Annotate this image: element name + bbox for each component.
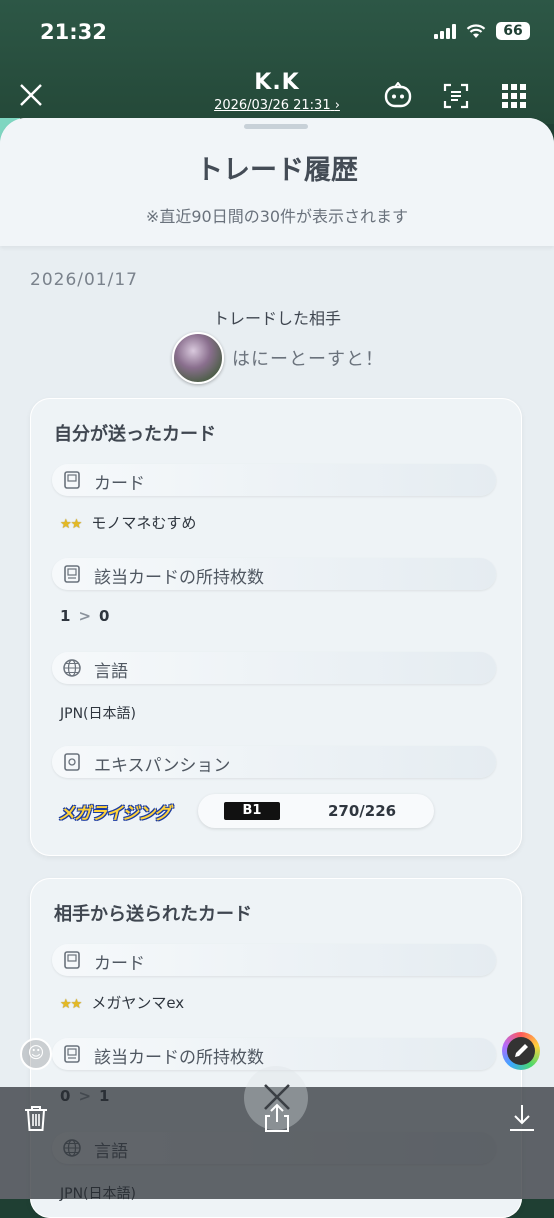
- signal-icon: [434, 23, 456, 39]
- pen-icon: [507, 1037, 535, 1065]
- globe-icon: [63, 659, 81, 677]
- page-note: ※直近90日間の30件が表示されます: [145, 207, 409, 226]
- trash-icon[interactable]: [20, 1102, 52, 1134]
- trade-date: 2026/01/17: [30, 270, 138, 290]
- partner-name: はにーとーすと！: [232, 349, 384, 370]
- sent-card-section: 自分が送ったカード カード ★★ モノマネむすめ 該当カードの所持枚数 1 >0 言…: [30, 398, 522, 856]
- language-field-header: 言語: [52, 652, 496, 684]
- language-value: JPN(日本語): [60, 706, 136, 722]
- arrow-right-icon: >: [78, 607, 92, 625]
- chevron-right-icon: ›: [334, 98, 340, 113]
- card-count-icon: [64, 565, 80, 583]
- expansion-pack-icon: [64, 753, 80, 771]
- rarity-stars-icon: ★★: [60, 517, 82, 532]
- set-number: 270/226: [328, 802, 397, 820]
- status-time: 21:32: [40, 20, 107, 44]
- drag-handle[interactable]: [244, 124, 308, 129]
- field-label: カード: [94, 954, 145, 974]
- field-label: 該当カードの所持枚数: [94, 568, 264, 588]
- header-timestamp-text: 2026/03/26 21:31: [214, 98, 331, 113]
- count-value: 1 >0: [60, 607, 109, 625]
- grid-menu-icon[interactable]: [500, 82, 528, 110]
- header-actions: [384, 82, 528, 110]
- pen-button[interactable]: [502, 1032, 540, 1070]
- share-icon[interactable]: [261, 1102, 293, 1134]
- card-field-header: カード: [52, 944, 496, 976]
- partner-label: トレードした相手: [212, 309, 341, 328]
- count-from: 1: [60, 607, 71, 625]
- set-code: B1: [224, 802, 280, 820]
- count-field-header: 該当カードの所持枚数: [52, 558, 496, 590]
- battery-icon: 66: [496, 22, 530, 40]
- download-icon[interactable]: [506, 1102, 538, 1134]
- expansion-field-header: エキスパンション: [52, 746, 496, 778]
- page-title: トレード履歴: [196, 155, 358, 186]
- scan-text-icon[interactable]: [442, 82, 470, 110]
- wifi-icon: [466, 24, 486, 38]
- partner-avatar: [172, 332, 224, 384]
- card-icon: [64, 471, 80, 489]
- card-value: ★★ メガヤンマex: [60, 992, 184, 1013]
- emoji-icon[interactable]: ☺: [20, 1038, 52, 1070]
- field-label: カード: [94, 474, 145, 494]
- card-name: モノマネむすめ: [91, 514, 197, 532]
- card-count-icon: [64, 1045, 80, 1063]
- field-label: エキスパンション: [94, 756, 231, 776]
- top-bar: 21:32 66 K.K 2026/03/26 21:31 ›: [0, 0, 554, 124]
- section-title: 相手から送られたカード: [54, 904, 252, 925]
- card-value: ★★ モノマネむすめ: [60, 512, 196, 533]
- section-title: 自分が送ったカード: [54, 424, 216, 445]
- rarity-stars-icon: ★★: [60, 997, 82, 1012]
- card-field-header: カード: [52, 464, 496, 496]
- chat-bubble-icon[interactable]: [384, 82, 412, 110]
- expansion-logo: メガライジング: [58, 804, 171, 824]
- field-label: 言語: [94, 662, 128, 682]
- set-info-pill: B1 270/226: [198, 794, 434, 828]
- field-label: 該当カードの所持枚数: [94, 1048, 264, 1068]
- count-to: 0: [99, 607, 110, 625]
- card-icon: [64, 951, 80, 969]
- card-name: メガヤンマex: [91, 994, 185, 1012]
- status-icons: 66: [434, 22, 530, 40]
